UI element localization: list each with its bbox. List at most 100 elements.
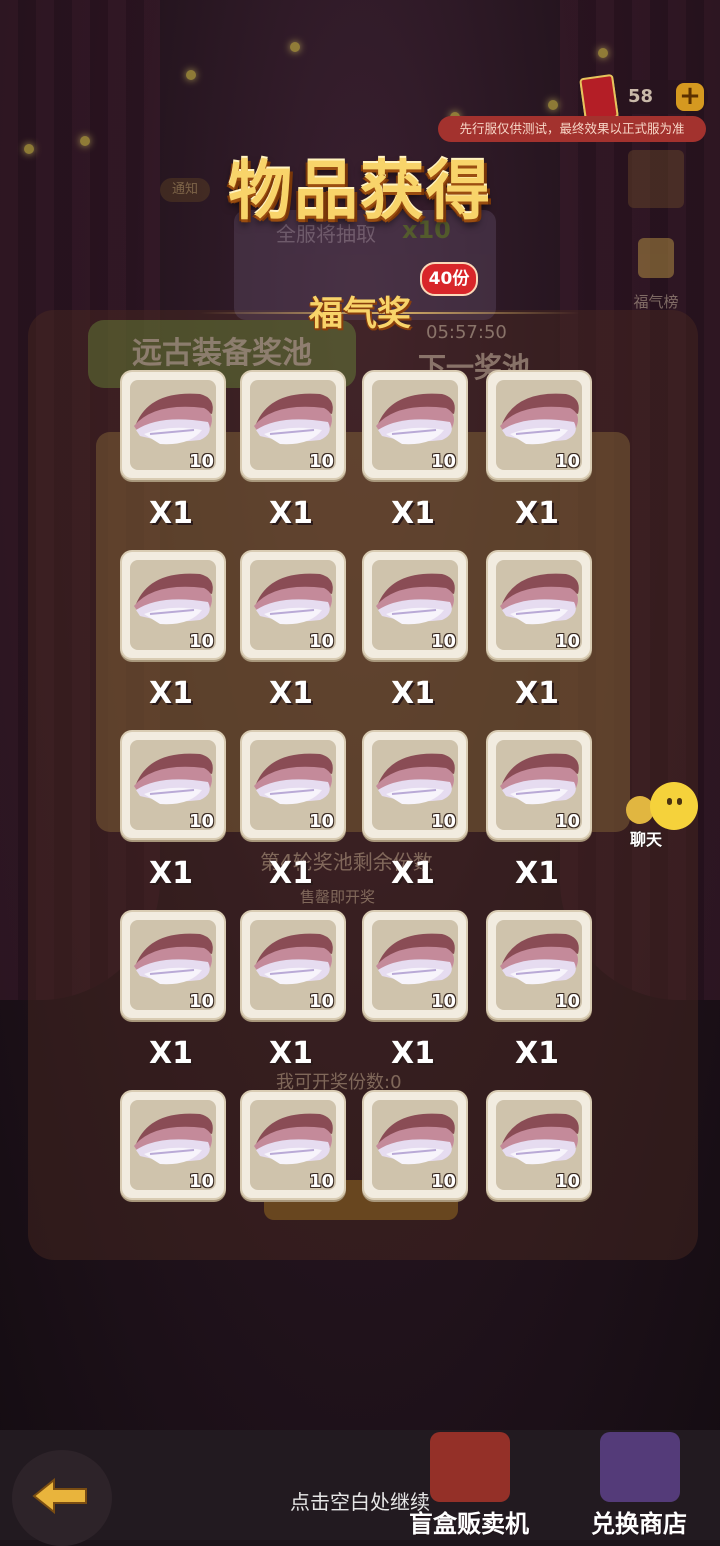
chat-label: 聊天 (630, 830, 663, 849)
reward-card: 10 (240, 1090, 346, 1200)
feather-icon (376, 753, 455, 805)
reward-card: 10 (240, 730, 346, 840)
reward-multiplier: X1 (148, 1036, 193, 1071)
reward-item[interactable]: 10 (362, 550, 472, 660)
reward-item[interactable]: 10 (486, 370, 596, 480)
chat-face-icon (650, 782, 698, 830)
reward-multiplier: X1 (390, 676, 435, 711)
feather-icon (376, 933, 455, 985)
reward-quantity: 10 (430, 811, 456, 832)
blind-box-machine-button[interactable]: 盲盒贩卖机 (404, 1432, 534, 1540)
reward-quantity: 10 (554, 811, 580, 832)
reward-quantity: 10 (554, 1171, 580, 1192)
feather-icon (134, 393, 213, 445)
feather-icon (254, 393, 333, 445)
reward-item[interactable]: 10 (362, 1090, 472, 1200)
reward-item[interactable]: 10 (486, 1090, 596, 1200)
reward-item[interactable]: 10 (120, 1090, 230, 1200)
blind-box-icon (430, 1432, 510, 1502)
reward-item[interactable]: 10 (240, 1090, 350, 1200)
prize-name: 福气奖 (309, 294, 411, 334)
feather-icon (500, 1113, 579, 1165)
reward-multiplier: X1 (390, 856, 435, 891)
feather-icon (254, 933, 333, 985)
prize-count-badge: 40份 (420, 262, 478, 296)
reward-item[interactable]: 10 (240, 370, 350, 480)
reward-card: 10 (120, 730, 226, 840)
test-server-notice: 先行服仅供测试，最终效果以正式服为准 (438, 116, 706, 142)
chat-button[interactable]: 聊天 (622, 782, 702, 852)
reward-card: 10 (362, 730, 468, 840)
reward-card: 10 (240, 910, 346, 1020)
reward-card: 10 (362, 370, 468, 480)
next-pool-timer: 05:57:50 (426, 322, 507, 343)
exchange-shop-label: 兑换商店 (591, 1510, 687, 1538)
light-dot (598, 48, 608, 58)
feather-icon (134, 573, 213, 625)
reward-quantity: 10 (554, 451, 580, 472)
reward-card: 10 (486, 910, 592, 1020)
exchange-shop-button[interactable]: 兑换商店 (574, 1432, 704, 1540)
reward-card: 10 (486, 730, 592, 840)
reward-quantity: 10 (188, 631, 214, 652)
feather-icon (376, 573, 455, 625)
reward-item[interactable]: 10 (486, 550, 596, 660)
reward-item[interactable]: 10 (120, 910, 230, 1020)
reward-multiplier: X1 (268, 496, 313, 531)
fortune-ranking-button[interactable]: 福气榜 (624, 238, 688, 312)
light-dot (80, 136, 90, 146)
reward-quantity: 10 (308, 991, 334, 1012)
reward-card: 10 (240, 550, 346, 660)
feather-icon (254, 753, 333, 805)
reward-item[interactable]: 10 (120, 730, 230, 840)
reward-quantity: 10 (430, 1171, 456, 1192)
reward-card: 10 (120, 370, 226, 480)
reward-item[interactable]: 10 (240, 910, 350, 1020)
feather-icon (500, 393, 579, 445)
feather-icon (500, 573, 579, 625)
reward-item[interactable]: 10 (362, 910, 472, 1020)
reward-item[interactable]: 10 (362, 370, 472, 480)
reward-item[interactable]: 10 (120, 370, 230, 480)
reward-quantity: 10 (430, 631, 456, 652)
reward-quantity: 10 (554, 631, 580, 652)
reward-quantity: 10 (188, 1171, 214, 1192)
reward-multiplier: X1 (390, 496, 435, 531)
reward-quantity: 10 (430, 991, 456, 1012)
reward-item[interactable]: 10 (486, 730, 596, 840)
reward-item[interactable]: 10 (240, 550, 350, 660)
reward-quantity: 10 (308, 1171, 334, 1192)
reward-item[interactable]: 10 (120, 550, 230, 660)
red-card-icon (579, 73, 619, 123)
light-dot (24, 144, 34, 154)
reward-item[interactable]: 10 (362, 730, 472, 840)
feather-icon (254, 573, 333, 625)
rank-button[interactable] (628, 150, 684, 208)
fortune-ranking-label: 福气榜 (633, 293, 679, 311)
light-dot (290, 42, 300, 52)
reward-multiplier: X1 (514, 1036, 559, 1071)
reward-card: 10 (362, 1090, 468, 1200)
reward-multiplier: X1 (268, 676, 313, 711)
reward-card: 10 (120, 1090, 226, 1200)
reward-quantity: 10 (430, 451, 456, 472)
add-currency-button[interactable]: + (676, 83, 704, 111)
reward-multiplier: X1 (268, 856, 313, 891)
reward-multiplier: X1 (148, 676, 193, 711)
reward-item[interactable]: 10 (240, 730, 350, 840)
light-dot (548, 100, 558, 110)
reward-card: 10 (240, 370, 346, 480)
reward-quantity: 10 (308, 451, 334, 472)
reward-card: 10 (486, 1090, 592, 1200)
reward-quantity: 10 (308, 631, 334, 652)
reward-card: 10 (120, 550, 226, 660)
reward-item[interactable]: 10 (486, 910, 596, 1020)
back-button[interactable] (12, 1450, 112, 1546)
reward-card: 10 (362, 550, 468, 660)
blind-box-label: 盲盒贩卖机 (409, 1510, 529, 1538)
currency-display: 58 + (579, 73, 708, 123)
reward-multiplier: X1 (514, 496, 559, 531)
reward-quantity: 10 (188, 991, 214, 1012)
reward-quantity: 10 (188, 451, 214, 472)
reward-multiplier: X1 (390, 1036, 435, 1071)
